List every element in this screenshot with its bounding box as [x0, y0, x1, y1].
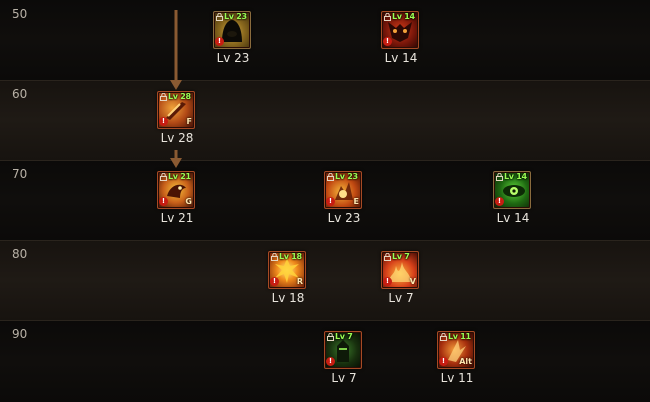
skill-slot[interactable]: Lv 7 ! Lv 7 — [316, 330, 372, 396]
demon-mask-icon: Lv 14 ! — [381, 11, 419, 49]
flame-beast-icon: Lv 21 ! G — [157, 171, 195, 209]
hotkey-label: V — [409, 277, 416, 286]
alert-icon: ! — [326, 357, 335, 366]
explosion-icon: Lv 18 ! R — [268, 251, 306, 289]
required-level: Lv 23 — [327, 211, 361, 225]
skill-slot[interactable]: Lv 23 ! E Lv 23 — [316, 170, 372, 236]
alert-icon: ! — [159, 197, 168, 206]
level-row-60: 60 — [0, 80, 650, 160]
armored-knight-icon: Lv 7 ! — [324, 331, 362, 369]
alert-icon: ! — [383, 277, 392, 286]
fire-burst-icon: Lv 23 ! E — [324, 171, 362, 209]
skill-slot[interactable]: Lv 14 ! Lv 14 — [485, 170, 541, 236]
hotkey-label: R — [296, 277, 303, 286]
skill-level-badge: Lv 14 — [504, 172, 527, 181]
skill-level-badge: Lv 21 — [168, 172, 191, 181]
alert-icon: ! — [159, 117, 168, 126]
skill-slot[interactable]: Lv 28 ! F Lv 28 — [149, 90, 205, 156]
skill-level-badge: Lv 23 — [335, 172, 358, 181]
level-label: 60 — [12, 87, 28, 101]
hotkey-label: F — [186, 117, 192, 126]
green-eye-icon: Lv 14 ! — [493, 171, 531, 209]
skill-level-badge: Lv 18 — [279, 252, 302, 261]
required-level: Lv 23 — [216, 51, 250, 65]
skill-level-badge: Lv 14 — [392, 12, 415, 21]
skill-slot[interactable]: Lv 21 ! G Lv 21 — [149, 170, 205, 236]
level-label: 70 — [12, 167, 28, 181]
skill-slot[interactable]: Lv 11 ! Alt Lv 11 — [429, 330, 485, 396]
alert-icon: ! — [215, 37, 224, 46]
level-row-50: 50 — [0, 0, 650, 80]
hotkey-label: E — [353, 197, 359, 206]
alert-icon: ! — [270, 277, 279, 286]
required-level: Lv 28 — [160, 131, 194, 145]
required-level: Lv 14 — [384, 51, 418, 65]
skill-level-badge: Lv 11 — [448, 332, 471, 341]
required-level: Lv 18 — [271, 291, 305, 305]
skill-slot[interactable]: Lv 7 ! V Lv 7 — [373, 250, 429, 316]
required-level: Lv 7 — [388, 291, 414, 305]
alert-icon: ! — [439, 357, 448, 366]
prerequisite-arrow — [170, 10, 182, 90]
skill-slot[interactable]: Lv 14 ! Lv 14 — [373, 10, 429, 76]
fire-wave-icon: Lv 7 ! V — [381, 251, 419, 289]
dark-hood-icon: Lv 23 ! — [213, 11, 251, 49]
skill-slot[interactable]: Lv 23 ! Lv 23 — [205, 10, 261, 76]
required-level: Lv 11 — [440, 371, 474, 385]
skill-tree: 50 60 70 80 90 Lv 23 ! Lv 23 Lv 14 ! Lv … — [0, 0, 650, 402]
required-level: Lv 14 — [496, 211, 530, 225]
level-label: 80 — [12, 247, 28, 261]
required-level: Lv 21 — [160, 211, 194, 225]
alert-icon: ! — [326, 197, 335, 206]
fire-sword-icon: Lv 28 ! F — [157, 91, 195, 129]
level-label: 90 — [12, 327, 28, 341]
skill-level-badge: Lv 28 — [168, 92, 191, 101]
level-label: 50 — [12, 7, 28, 21]
hotkey-label: G — [185, 197, 192, 206]
alert-icon: ! — [495, 197, 504, 206]
hotkey-label: Alt — [459, 357, 472, 366]
required-level: Lv 7 — [331, 371, 357, 385]
skill-level-badge: Lv 7 — [335, 332, 353, 341]
skill-level-badge: Lv 7 — [392, 252, 410, 261]
alert-icon: ! — [383, 37, 392, 46]
level-row-80: 80 — [0, 240, 650, 320]
skill-slot[interactable]: Lv 18 ! R Lv 18 — [260, 250, 316, 316]
skill-level-badge: Lv 23 — [224, 12, 247, 21]
flame-strike-icon: Lv 11 ! Alt — [437, 331, 475, 369]
